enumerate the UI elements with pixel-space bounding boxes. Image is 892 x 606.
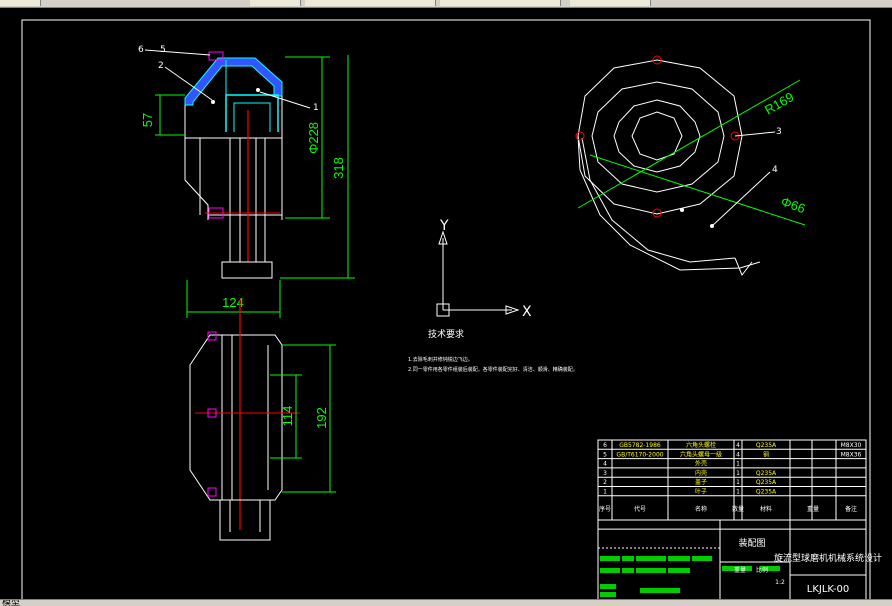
part-qty: 4 [736,451,740,458]
part-qty: 1 [736,461,740,468]
title-cell [622,556,634,561]
scale-value: 1:2 [775,579,785,586]
header-code: 代号 [634,505,646,513]
title-block: 装配图 旋流型球磨机机械系统设计 LKJLK-00 重量 比例 1:2 6 GB5… [597,439,882,601]
title-cell [668,556,690,561]
callout-2: 2 [158,61,164,71]
title-cell [668,568,690,573]
parts-list: 6 GB5782-1986 六角头螺栓 4 Q235A M8X30 5 GB/T6170-20… [597,439,867,530]
assembly-label: 装配图 [738,537,765,549]
part-no: 6 [603,442,607,449]
scale-label: 比例 [756,566,768,574]
callout-4: 4 [772,165,778,175]
title-cell [636,568,666,573]
cover-hatch [184,57,283,106]
project-title: 旋流型球磨机机械系统设计 [774,552,882,564]
header-note: 备注 [845,505,857,513]
part-name: 盖子 [695,478,707,486]
part-no: 2 [603,479,607,486]
part-material: Q235A [756,489,777,496]
drawing-number: LKJLK-00 [807,584,850,595]
cad-canvas[interactable]: 57 Φ228 318 1 2 4 6 5 2 1 114 192 Y X 技术要求… [0,0,892,605]
part-material: Q235A [756,442,777,449]
header-weight: 重量 [807,505,819,513]
callout-6: 6 [138,45,144,55]
tech-note-1: 1.去除毛刺并修钝锐边飞边。 [408,356,473,363]
weight-label: 重量 [734,566,746,574]
dim-d66: Φ66 [779,194,807,217]
title-cell [692,556,712,561]
callout-1: 1 [313,103,319,113]
axis-x-label: X [522,304,532,320]
part-no: 5 [603,451,607,458]
part-name: 内壳 [695,469,707,477]
title-cell [640,588,680,593]
dim-114: 114 [280,406,295,427]
part-note: M8X30 [841,442,862,449]
title-cell [600,592,616,597]
part-material: Q235A [756,470,777,477]
part-code: GB5782-1986 [619,442,661,449]
front-dimensions: 57 Φ228 318 124 6 5 2 1 [138,45,355,318]
part-no: 4 [603,461,607,468]
title-cell [600,556,620,561]
side-view: R169 Φ66 3 4 [575,55,807,276]
header-material: 材料 [760,505,772,513]
part-qty: 4 [736,442,740,449]
tech-title: 技术要求 [428,328,464,340]
part-material: Q235A [756,479,777,486]
front-view [184,51,283,279]
part-name: 叶子 [695,488,707,496]
dim-r169: R169 [762,89,796,118]
part-no: 1 [603,489,607,496]
part-qty: 1 [736,479,740,486]
part-name: 六角头螺母一级 [680,450,722,458]
dim-57: 57 [140,113,155,127]
bottom-dimensions: 114 192 [270,344,336,493]
title-cell [600,568,620,573]
callout-3: 3 [776,127,782,137]
header-no: 序号 [599,505,611,513]
part-note: M8X36 [841,451,862,458]
axis-y-label: Y [439,218,449,234]
header-name: 名称 [695,505,707,513]
header-qty: 数量 [732,505,744,513]
part-qty: 1 [736,489,740,496]
part-qty: 1 [736,470,740,477]
title-cell [622,568,634,573]
title-cell [636,556,666,561]
title-cell [600,584,616,589]
tech-note-2: 2.同一零件用各零件组装后装配，各零件装配完好、清洁、顺滑、精确装配。 [408,366,578,373]
part-code: GB/T6170-2000 [616,451,663,458]
part-name: 六角头螺栓 [686,441,716,449]
part-name: 外壳 [695,460,707,468]
callout-5: 5 [160,45,166,55]
dim-192: 192 [314,407,329,429]
part-material: 钢 [763,450,769,458]
dim-d228: Φ228 [306,122,321,154]
part-no: 3 [603,470,607,477]
dim-318: 318 [331,157,346,179]
ucs-icon: Y X [436,218,532,320]
